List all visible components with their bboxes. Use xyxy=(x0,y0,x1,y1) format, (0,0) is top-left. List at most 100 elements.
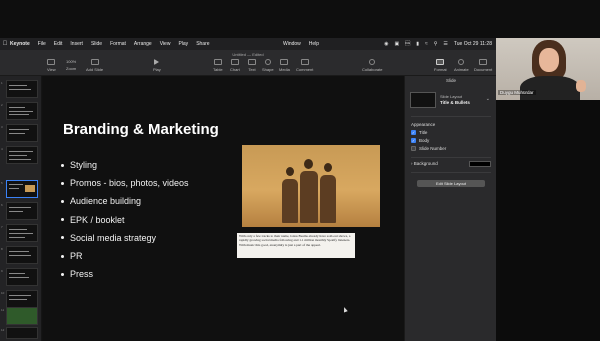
zoom-label: Zoom xyxy=(66,66,77,71)
photo-caption[interactable]: With only a few tracks to their name, Gl… xyxy=(237,233,355,258)
layout-thumbnail xyxy=(410,92,436,108)
menu-file[interactable]: File xyxy=(38,41,46,47)
slide-canvas[interactable]: Branding & Marketing Styling Promos - bi… xyxy=(43,76,404,341)
background-color-well[interactable] xyxy=(469,161,491,167)
thumb-photo xyxy=(25,185,35,192)
person-body xyxy=(520,76,580,100)
format-label: Format xyxy=(434,67,447,72)
edit-slide-layout-button[interactable]: Edit Slide Layout xyxy=(417,180,485,187)
body-checkbox[interactable]: ✓ Body xyxy=(411,138,429,143)
search-icon[interactable]: ⚲ xyxy=(434,41,438,47)
thumb-line xyxy=(9,255,31,256)
thumb-line xyxy=(9,107,25,108)
menu-app-name[interactable]: Keynote xyxy=(10,41,30,47)
black-area xyxy=(496,100,600,341)
menu-play[interactable]: Play xyxy=(178,41,188,47)
zoom-button[interactable]: 100% Zoom xyxy=(66,59,76,71)
title-checkbox[interactable]: ✓ Title xyxy=(411,130,427,135)
shape-button[interactable]: Shape xyxy=(262,59,274,72)
menu-arrange[interactable]: Arrange xyxy=(134,41,152,47)
thumb-line xyxy=(9,273,25,274)
thumb-line xyxy=(9,184,23,185)
bullet-dot xyxy=(61,254,64,258)
slide-navigator[interactable]: 1 2 3 4 5 6 7 8 9 10 11 12 xyxy=(0,76,42,341)
slide-number: 2 xyxy=(1,103,3,107)
bullet-text: Social media strategy xyxy=(70,232,157,243)
thumb-line xyxy=(9,85,27,86)
chart-button[interactable]: Chart xyxy=(230,59,240,72)
thumb-line xyxy=(9,277,29,278)
slide-number-checkbox[interactable]: Slide Number xyxy=(411,146,446,151)
media-icon xyxy=(280,59,289,65)
slide-thumbnail[interactable] xyxy=(6,268,38,286)
bullet-list[interactable]: Styling Promos - bios, photos, videos Au… xyxy=(61,156,189,283)
view-label: View xyxy=(47,67,56,72)
bullet-text: PR xyxy=(70,251,83,262)
format-button[interactable]: Format xyxy=(434,59,447,72)
camera-icon[interactable]: ▣ xyxy=(395,41,400,47)
webcam-tile: Duygu Muhürdar xyxy=(496,38,600,100)
slide-thumbnail[interactable] xyxy=(6,80,38,98)
appearance-label: Appearance xyxy=(411,122,436,127)
photo-head xyxy=(286,167,294,176)
slide-thumbnail[interactable] xyxy=(6,146,38,164)
control-center-icon[interactable]: ☰ xyxy=(443,41,447,47)
battery-icon[interactable]: ▮ xyxy=(416,41,419,47)
thumb-line xyxy=(9,233,33,234)
bullet-dot xyxy=(61,163,64,167)
thumb-line xyxy=(9,229,27,230)
media-button[interactable]: Media xyxy=(279,59,290,72)
band-photo[interactable] xyxy=(242,145,380,227)
chevron-right-icon[interactable]: › xyxy=(411,161,413,166)
document-label: Document xyxy=(474,67,493,72)
slide-thumbnail[interactable] xyxy=(6,246,38,264)
play-button[interactable]: Play xyxy=(153,59,161,72)
thumb-line xyxy=(9,133,25,134)
table-button[interactable]: Table xyxy=(213,59,223,72)
slide-thumbnail[interactable] xyxy=(6,202,38,220)
bullet-item: Styling xyxy=(61,156,189,174)
slide[interactable]: Branding & Marketing Styling Promos - bi… xyxy=(43,76,404,341)
bullet-item: Audience building xyxy=(61,192,189,210)
menu-format[interactable]: Format xyxy=(110,41,126,47)
collaborate-label: Collaborate xyxy=(362,67,383,72)
menu-share[interactable]: Share xyxy=(196,41,209,47)
menu-view[interactable]: View xyxy=(160,41,171,47)
document-button[interactable]: Document xyxy=(474,59,492,72)
chevron-down-icon: ⌄ xyxy=(485,96,490,102)
wifi-icon[interactable]: ≈ xyxy=(425,41,428,47)
menu-window[interactable]: Window xyxy=(283,41,301,47)
menu-insert[interactable]: Insert xyxy=(70,41,83,47)
screen:  Keynote File Edit Insert Slide Format … xyxy=(0,0,600,341)
slide-thumbnail[interactable] xyxy=(6,124,38,142)
comment-button[interactable]: Comment xyxy=(296,59,313,72)
text-button[interactable]: Text xyxy=(248,59,256,72)
slide-number: 12 xyxy=(1,328,5,332)
slide-number: 6 xyxy=(1,203,3,207)
menu-slide[interactable]: Slide xyxy=(91,41,102,47)
collaborate-button[interactable]: Collaborate xyxy=(362,59,382,72)
slide-thumbnail[interactable] xyxy=(6,102,38,120)
screen-record-icon[interactable]: ◉ xyxy=(384,41,388,47)
participant-name: Duygu Muhürdar xyxy=(498,90,536,95)
document-icon xyxy=(479,59,488,65)
slide-thumbnail[interactable] xyxy=(6,224,38,242)
slide-thumbnail[interactable] xyxy=(6,290,38,308)
slide-title[interactable]: Branding & Marketing xyxy=(63,121,219,138)
slide-thumbnail[interactable] xyxy=(6,327,38,339)
thumb-line xyxy=(9,129,29,130)
background-row[interactable]: › Background xyxy=(411,161,491,168)
slide-layout-picker[interactable]: Slide Layout Title & Bullets ⌄ xyxy=(410,91,492,111)
view-button[interactable]: View xyxy=(47,59,56,72)
slide-thumbnail-selected[interactable] xyxy=(6,180,38,198)
bluetooth-icon[interactable]:  xyxy=(405,41,410,47)
slide-thumbnail[interactable] xyxy=(6,307,38,325)
bullet-text: Promos - bios, photos, videos xyxy=(70,178,189,189)
add-slide-button[interactable]: Add Slide xyxy=(86,59,103,72)
animate-button[interactable]: Animate xyxy=(454,59,469,72)
thumb-line xyxy=(9,114,29,115)
menu-bar:  Keynote File Edit Insert Slide Format … xyxy=(0,38,496,50)
menu-edit[interactable]: Edit xyxy=(54,41,63,47)
menu-help[interactable]: Help xyxy=(309,41,319,47)
apple-icon[interactable]:  xyxy=(0,41,10,47)
